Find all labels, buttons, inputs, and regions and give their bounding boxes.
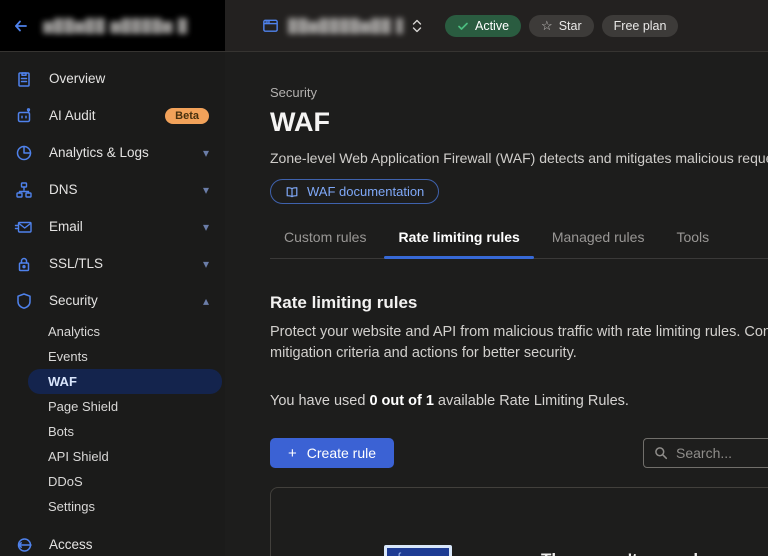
sidebar-item-analytics-logs[interactable]: Analytics & Logs ▾ [0,134,225,171]
sidebar-subitem-bots[interactable]: Bots [0,419,225,444]
sidebar-subitem-api-shield[interactable]: API Shield [0,444,225,469]
sidebar-subitem-label: DDoS [48,474,83,489]
tab-custom-rules[interactable]: Custom rules [270,229,380,258]
sidebar-subitem-label: Events [48,349,88,364]
page-description: Zone-level Web Application Firewall (WAF… [270,150,768,166]
section-description-line2: mitigation criteria and actions for bett… [270,343,768,364]
waf-documentation-link[interactable]: WAF documentation [270,179,439,204]
topbar-right: ██▆████▆██ ███ Active ☆ Star Free plan [225,0,768,51]
chevron-down-icon: ▾ [203,147,209,159]
sidebar-item-label: Analytics & Logs [49,145,188,160]
account-name: ▆██▆██ ▆████▆ ███ [43,18,188,34]
tab-tools[interactable]: Tools [662,229,723,258]
sitemap-icon [14,180,34,200]
search-box [643,438,768,468]
sidebar-subitem-label: Bots [48,424,74,439]
sidebar-subitem-analytics[interactable]: Analytics [0,319,225,344]
create-rule-label: Create rule [307,445,376,461]
sidebar-subitem-label: Settings [48,499,95,514]
sidebar-item-ssl-tls[interactable]: SSL/TLS ▾ [0,245,225,282]
clipboard-icon [14,69,34,89]
breadcrumb: Security [270,85,768,100]
browser-window-icon [261,16,280,35]
tab-managed-rules[interactable]: Managed rules [538,229,659,258]
site-switcher[interactable]: ██▆████▆██ ███ [261,16,423,36]
tab-rate-limiting-rules[interactable]: Rate limiting rules [384,229,533,258]
plan-badge: Free plan [602,15,679,37]
sidebar-subitem-ddos[interactable]: DDoS [0,469,225,494]
topbar: ▆██▆██ ▆████▆ ███ ██▆████▆██ ███ Activ [0,0,768,52]
book-icon [285,185,299,199]
section-description-line1: Protect your website and API from malici… [270,322,768,343]
sidebar-item-security[interactable]: Security ▴ [0,282,225,319]
sidebar: Overview AI Audit Beta Analytics & Logs … [0,52,225,556]
section-heading: Rate limiting rules [270,293,768,313]
sidebar-subitem-label: Analytics [48,324,100,339]
empty-state-title: There aren't any rules [541,550,717,556]
sidebar-subitem-settings[interactable]: Settings [0,494,225,519]
back-arrow-icon[interactable] [10,16,30,36]
waf-documentation-label: WAF documentation [307,184,424,199]
sidebar-subitem-events[interactable]: Events [0,344,225,369]
actions-row: + Create rule [270,438,768,468]
sidebar-item-label: Security [49,293,188,308]
code-block-illustration: { [384,545,452,556]
main-content: Security WAF Zone-level Web Application … [225,52,768,556]
sidebar-item-label: SSL/TLS [49,256,188,271]
star-button[interactable]: ☆ Star [529,15,594,37]
usage-count: 0 out of 1 [369,393,433,409]
sidebar-subitem-page-shield[interactable]: Page Shield [0,394,225,419]
status-badge: Active [445,15,521,37]
create-rule-button[interactable]: + Create rule [270,438,394,468]
sidebar-item-label: Email [49,219,188,234]
shield-icon [14,291,34,311]
usage-text: You have used 0 out of 1 available Rate … [270,393,768,409]
plus-icon: + [288,446,297,461]
sidebar-item-ai-audit[interactable]: AI Audit Beta [0,97,225,134]
sidebar-item-dns[interactable]: DNS ▾ [0,171,225,208]
search-icon [654,446,668,460]
star-icon: ☆ [541,19,553,32]
brace-glyph: { [397,550,401,556]
envelope-icon [14,217,34,237]
site-domain: ██▆████▆██ ███ [288,18,403,34]
chevron-down-icon: ▾ [203,184,209,196]
sidebar-item-overview[interactable]: Overview [0,60,225,97]
plan-badge-label: Free plan [614,19,667,33]
account-switcher[interactable]: ▆██▆██ ▆████▆ ███ [0,0,225,51]
rules-empty-panel: { There aren't any rules [270,487,768,556]
sidebar-subitem-waf[interactable]: WAF [28,369,222,394]
status-badge-label: Active [475,19,509,33]
chevron-up-icon: ▴ [203,295,209,307]
sidebar-item-label: Access [49,537,209,552]
chevron-updown-icon [411,16,423,36]
page-title: WAF [270,107,768,138]
star-button-label: Star [559,19,582,33]
sidebar-item-label: AI Audit [49,108,154,123]
lock-icon [14,254,34,274]
section-description: Protect your website and API from malici… [270,322,768,364]
sidebar-item-access[interactable]: Access [0,526,225,556]
robot-icon [14,106,34,126]
access-icon [14,535,34,555]
chevron-down-icon: ▾ [203,221,209,233]
chevron-down-icon: ▾ [203,258,209,270]
tab-bar: Custom rules Rate limiting rules Managed… [270,229,768,259]
sidebar-subitem-label: WAF [48,374,77,389]
check-icon [457,20,469,32]
pie-chart-icon [14,143,34,163]
sidebar-subitem-label: Page Shield [48,399,118,414]
sidebar-subitem-label: API Shield [48,449,109,464]
sidebar-item-email[interactable]: Email ▾ [0,208,225,245]
sidebar-item-label: Overview [49,71,209,86]
beta-badge: Beta [165,108,209,124]
sidebar-item-label: DNS [49,182,188,197]
search-input[interactable] [676,445,768,461]
